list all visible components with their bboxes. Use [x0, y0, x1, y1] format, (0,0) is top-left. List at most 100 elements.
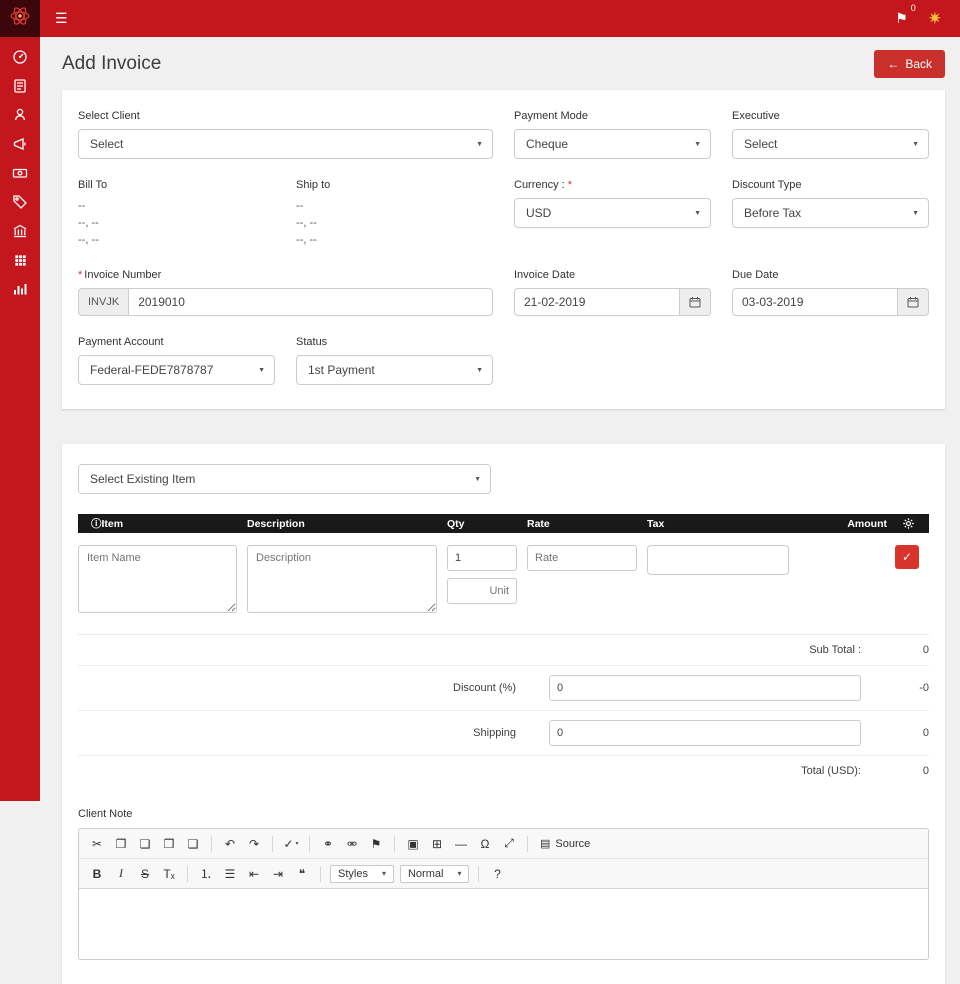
total-row: Total (USD): 0	[78, 755, 929, 786]
select-existing-item-value: Select Existing Item	[90, 472, 195, 486]
field-invoice-number: *Invoice Number INVJK	[78, 269, 493, 316]
copy-icon[interactable]: ❐	[110, 833, 132, 854]
horizontal-rule-icon[interactable]: ―	[450, 833, 472, 854]
select-client-value: Select	[90, 137, 123, 151]
executive-dropdown[interactable]: Select ▼	[732, 129, 929, 159]
due-date-input[interactable]	[732, 288, 898, 316]
invoice-items-panel: Select Existing Item ▼ ⓘItem Description…	[62, 444, 945, 984]
select-existing-item-dropdown[interactable]: Select Existing Item ▼	[78, 464, 491, 494]
field-executive: Executive Select ▼	[732, 110, 929, 159]
confirm-item-button[interactable]: ✓	[895, 545, 919, 569]
discount-type-label: Discount Type	[732, 179, 929, 191]
bank-icon	[12, 223, 28, 244]
invoice-date-input[interactable]	[514, 288, 680, 316]
sidebar-item-invoices[interactable]	[5, 74, 35, 103]
rate-input[interactable]	[527, 545, 637, 571]
page-title: Add Invoice	[62, 53, 161, 75]
indent-button[interactable]: ⇥	[267, 863, 289, 884]
item-row: ✓	[78, 533, 929, 635]
client-note-content-area[interactable]	[79, 889, 928, 959]
sidebar-item-payments[interactable]	[5, 161, 35, 190]
tax-input[interactable]	[647, 545, 789, 575]
outdent-button[interactable]: ⇤	[243, 863, 265, 884]
chevron-down-icon: ▼	[258, 367, 265, 374]
invoice-list-icon	[12, 78, 28, 99]
toolbar-separator	[394, 836, 395, 852]
ship-to-line: --, --	[296, 232, 493, 249]
undo-icon[interactable]: ↶	[219, 833, 241, 854]
paste-text-icon[interactable]: ❒	[158, 833, 180, 854]
gear-icon[interactable]	[895, 517, 929, 530]
chevron-down-icon: ▼	[476, 367, 483, 374]
item-description-textarea[interactable]	[247, 545, 437, 613]
numbered-list-button[interactable]: ⒈	[195, 863, 217, 884]
ship-to-line: --	[296, 198, 493, 215]
sidebar-item-tags[interactable]	[5, 190, 35, 219]
currency-dropdown[interactable]: USD ▼	[514, 198, 711, 228]
flag-icon: ⚑	[895, 10, 908, 26]
payment-account-dropdown[interactable]: Federal-FEDE7878787 ▼	[78, 355, 275, 385]
discount-type-dropdown[interactable]: Before Tax ▼	[732, 198, 929, 228]
source-button[interactable]: ▤ Source	[534, 833, 596, 854]
link-icon[interactable]: ⚭	[317, 833, 339, 854]
paste-icon[interactable]: ❏	[134, 833, 156, 854]
redo-icon[interactable]: ↷	[243, 833, 265, 854]
editor-toolbar-row2: B I S Tₓ ⒈ ☰ ⇤ ⇥ ❝ Styles ▾ Normal ▾	[79, 859, 928, 889]
remove-format-button[interactable]: Tₓ	[158, 863, 180, 884]
amount-column-header: Amount	[799, 518, 895, 530]
maximize-icon[interactable]: ⤢	[498, 833, 520, 854]
invoice-number-prefix: INVJK	[78, 288, 128, 316]
info-icon[interactable]: ⓘ	[91, 518, 102, 530]
special-char-icon[interactable]: Ω	[474, 833, 496, 854]
discount-input[interactable]	[549, 675, 861, 701]
format-dropdown[interactable]: Normal ▾	[400, 865, 469, 883]
sidebar-item-bank[interactable]	[5, 219, 35, 248]
italic-button[interactable]: I	[110, 863, 132, 884]
chevron-down-icon: ▾	[382, 869, 386, 878]
field-select-client: Select Client Select ▼	[78, 110, 493, 159]
table-icon[interactable]: ⊞	[426, 833, 448, 854]
app-logo[interactable]	[0, 0, 40, 37]
payment-mode-dropdown[interactable]: Cheque ▼	[514, 129, 711, 159]
calendar-icon[interactable]	[898, 288, 929, 316]
sub-total-row: Sub Total : 0	[78, 635, 929, 665]
chevron-down-icon: ▼	[912, 141, 919, 148]
select-client-dropdown[interactable]: Select ▼	[78, 129, 493, 159]
unlink-icon[interactable]: ⚮	[341, 833, 363, 854]
unit-input[interactable]	[447, 578, 517, 604]
notifications-flag-icon[interactable]: ⚑ 0	[895, 10, 908, 27]
bullet-list-button[interactable]: ☰	[219, 863, 241, 884]
styles-dropdown[interactable]: Styles ▾	[330, 865, 394, 883]
item-name-textarea[interactable]	[78, 545, 237, 613]
sidebar-item-announcements[interactable]	[5, 132, 35, 161]
star-icon[interactable]: ✷	[928, 9, 942, 29]
status-dropdown[interactable]: 1st Payment ▼	[296, 355, 493, 385]
quantity-input[interactable]	[447, 545, 517, 571]
bold-button[interactable]: B	[86, 863, 108, 884]
shipping-input[interactable]	[549, 720, 861, 746]
spellcheck-icon[interactable]: ✓▾	[280, 833, 302, 854]
sidebar-item-reports[interactable]	[5, 277, 35, 306]
sidebar-item-dashboard[interactable]	[5, 45, 35, 74]
calendar-icon[interactable]	[680, 288, 711, 316]
cut-icon[interactable]: ✂	[86, 833, 108, 854]
paste-word-icon[interactable]: ❑	[182, 833, 204, 854]
currency-label-text: Currency :	[514, 179, 568, 191]
toolbar-separator	[320, 866, 321, 882]
shipping-label: Shipping	[473, 727, 516, 739]
back-button[interactable]: ← Back	[874, 50, 945, 78]
image-icon[interactable]: ▣	[402, 833, 424, 854]
ship-to-label: Ship to	[296, 179, 493, 191]
menu-toggle-icon[interactable]: ☰	[55, 10, 68, 27]
notification-count-badge: 0	[911, 3, 916, 13]
invoice-number-input[interactable]	[128, 288, 493, 316]
blockquote-button[interactable]: ❝	[291, 863, 313, 884]
sidebar-item-clients[interactable]	[5, 103, 35, 132]
about-button[interactable]: ?	[486, 863, 508, 884]
strikethrough-button[interactable]: S	[134, 863, 156, 884]
atom-logo-icon	[8, 4, 32, 33]
anchor-flag-icon[interactable]: ⚑	[365, 833, 387, 854]
total-value: 0	[861, 765, 929, 777]
bar-chart-icon	[12, 281, 28, 302]
sidebar-item-products[interactable]	[5, 248, 35, 277]
